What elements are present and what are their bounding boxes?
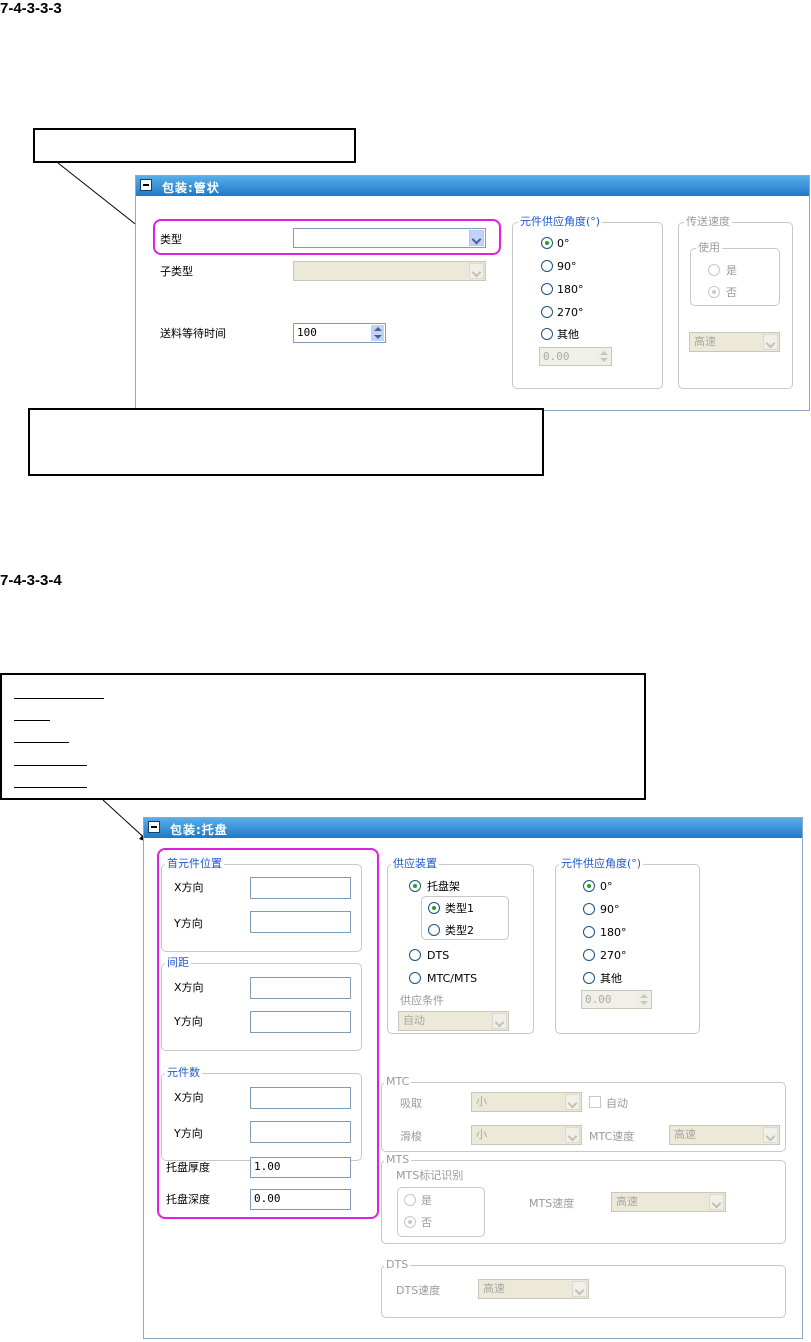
angle2-other-label: 其他: [600, 972, 622, 985]
dts-speed-select[interactable]: 高速: [478, 1279, 589, 1299]
angle-other-input[interactable]: 0.00: [539, 347, 612, 366]
use-no-label: 否: [726, 286, 737, 299]
mtc-speed-select[interactable]: 高速: [669, 1125, 780, 1145]
use-no-radio[interactable]: [708, 286, 720, 298]
supply-condition-select[interactable]: 自动: [398, 1011, 509, 1031]
section-number-2: 7-4-3-3-4: [0, 572, 62, 589]
type2-label: 类型2: [445, 924, 474, 937]
angle-180-label: 180°: [557, 283, 584, 296]
spin-arrows-icon: [637, 992, 650, 1007]
dts-speed-label: DTS速度: [396, 1284, 441, 1297]
angle2-0-label: 0°: [600, 880, 613, 893]
chevron-down-icon: [763, 1127, 778, 1143]
mts-yes-radio[interactable]: [404, 1194, 416, 1206]
feed-wait-stepper[interactable]: 100: [293, 323, 386, 343]
subtype-label: 子类型: [160, 265, 193, 278]
mts-yes-label: 是: [421, 1194, 432, 1207]
angle2-90-radio[interactable]: [583, 903, 595, 915]
angle2-180-radio[interactable]: [583, 926, 595, 938]
tray-rack-radio[interactable]: [409, 880, 421, 892]
angle2-other-radio[interactable]: [583, 972, 595, 984]
type1-label: 类型1: [445, 902, 474, 915]
chevron-down-icon: [469, 263, 484, 279]
panel-title: 包装:管状: [162, 181, 220, 195]
chevron-down-icon: [709, 1194, 724, 1210]
supply-device-label: 供应装置: [391, 857, 439, 870]
dts-radio[interactable]: [409, 949, 421, 961]
highlight-tray-fields: [157, 848, 379, 1219]
underline: [14, 698, 104, 699]
mts-label: MTS: [384, 1153, 412, 1166]
use-label: 使用: [696, 241, 722, 254]
angle2-180-label: 180°: [600, 926, 627, 939]
mtc-speed-label: MTC速度: [589, 1130, 635, 1143]
use-yes-label: 是: [726, 264, 737, 277]
underline: [14, 765, 87, 766]
chevron-down-icon: [492, 1013, 507, 1029]
angle2-0-radio[interactable]: [583, 880, 595, 892]
transfer-speed-select[interactable]: 高速: [689, 332, 780, 352]
tray-rack-label: 托盘架: [427, 880, 460, 893]
angle-270-radio[interactable]: [541, 306, 553, 318]
slide-label: 滑梭: [400, 1130, 422, 1143]
dts-label: DTS: [427, 949, 450, 962]
panel-header: 包装:托盘: [144, 818, 802, 838]
suction-label: 吸取: [400, 1097, 422, 1110]
transfer-speed-label: 传送速度: [684, 215, 732, 228]
spin-arrows-icon[interactable]: [371, 325, 384, 341]
mts-mark-label: MTS标记识别: [396, 1169, 464, 1182]
collapse-icon[interactable]: [148, 821, 160, 833]
mtc-mts-radio[interactable]: [409, 972, 421, 984]
underline: [14, 787, 87, 788]
use-yes-radio[interactable]: [708, 264, 720, 276]
angle-90-radio[interactable]: [541, 260, 553, 272]
panel-title: 包装:托盘: [170, 823, 228, 837]
panel-header: 包装:管状: [136, 176, 809, 196]
underline: [14, 742, 69, 743]
chevron-down-icon: [565, 1094, 580, 1110]
angle-other-label: 其他: [557, 328, 579, 341]
subtype-select[interactable]: [293, 261, 486, 281]
mts-speed-select[interactable]: 高速: [611, 1192, 726, 1212]
angle-180-radio[interactable]: [541, 283, 553, 295]
mts-no-label: 否: [421, 1216, 432, 1229]
chevron-down-icon: [763, 334, 778, 350]
mtc-mts-label: MTC/MTS: [427, 972, 478, 985]
callout-feed-wait: [28, 408, 544, 476]
spin-arrows-icon: [597, 349, 610, 364]
collapse-icon[interactable]: [140, 179, 152, 191]
angle-90-label: 90°: [557, 260, 577, 273]
angle2-other-input[interactable]: 0.00: [581, 990, 652, 1009]
angle-other-radio[interactable]: [541, 328, 553, 340]
slide-select[interactable]: 小: [471, 1125, 582, 1145]
mts-speed-label: MTS速度: [529, 1197, 575, 1210]
underline: [14, 720, 50, 721]
chevron-down-icon: [565, 1127, 580, 1143]
supply-device-group: [387, 864, 534, 1034]
dts-group-label: DTS: [384, 1258, 411, 1271]
highlight-type: [153, 219, 501, 255]
angle-270-label: 270°: [557, 306, 584, 319]
mts-no-radio[interactable]: [404, 1216, 416, 1228]
supply-condition-label: 供应条件: [400, 994, 444, 1007]
angle2-90-label: 90°: [600, 903, 620, 916]
callout-tray: [0, 673, 646, 800]
mtc-label: MTC: [384, 1075, 412, 1088]
auto-checkbox[interactable]: [589, 1096, 601, 1108]
angle2-270-label: 270°: [600, 949, 627, 962]
type1-radio[interactable]: [428, 902, 440, 914]
supply-angle-label-2: 元件供应角度(°): [559, 857, 644, 870]
angle2-270-radio[interactable]: [583, 949, 595, 961]
angle-0-radio[interactable]: [541, 237, 553, 249]
angle-0-label: 0°: [557, 237, 570, 250]
suction-select[interactable]: 小: [471, 1092, 582, 1112]
tube-package-panel: 包装:管状 类型 子类型 送料等待时间 100 元件供应角度(°) 0° 90°…: [135, 175, 810, 411]
feed-wait-label: 送料等待时间: [160, 327, 226, 340]
chevron-down-icon: [572, 1281, 587, 1297]
auto-label: 自动: [606, 1097, 628, 1110]
type2-radio[interactable]: [428, 924, 440, 936]
supply-angle-label: 元件供应角度(°): [518, 215, 603, 228]
